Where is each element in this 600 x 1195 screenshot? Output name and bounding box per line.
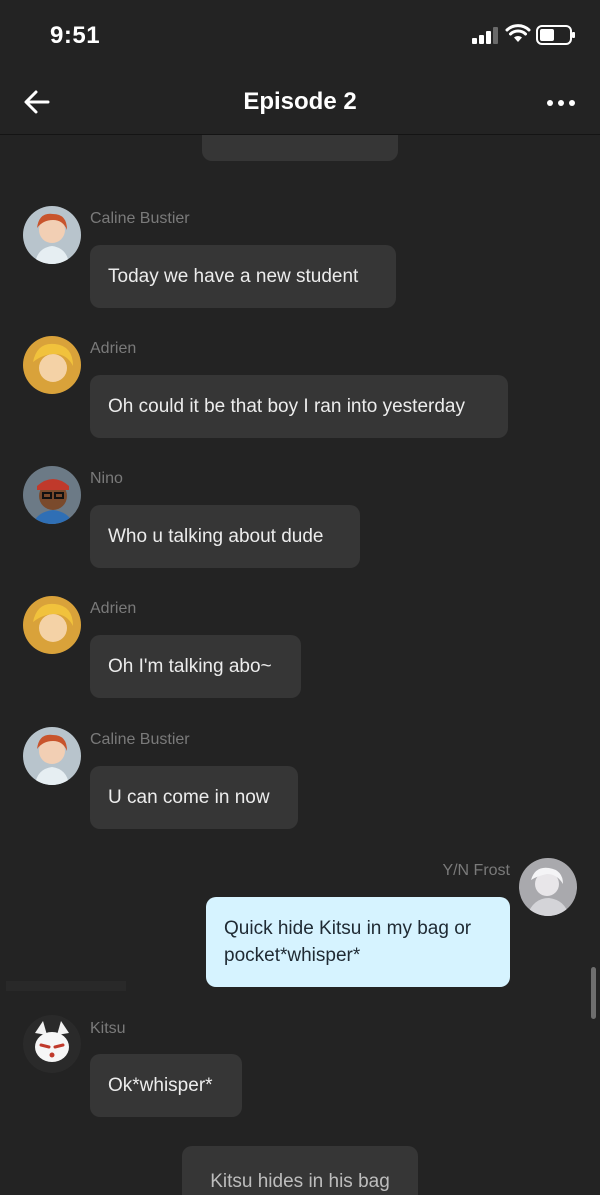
message-text: U can come in now <box>108 787 270 808</box>
message-text: Ok*whisper* <box>108 1075 213 1096</box>
avatar-caline-bustier[interactable] <box>23 206 81 264</box>
message-bubble: Oh I'm talking abo~ <box>90 635 301 698</box>
message-bubble: Who u talking about dude <box>90 505 360 568</box>
avatar-adrien[interactable] <box>23 336 81 394</box>
message-text: Oh could it be that boy I ran into yeste… <box>108 396 465 417</box>
message-bubble: Ok*whisper* <box>90 1054 242 1117</box>
message-text: Oh I'm talking abo~ <box>108 656 272 677</box>
avatar-nino[interactable] <box>23 466 81 524</box>
sender-name: Y/N Frost <box>442 862 510 879</box>
outgoing-message-bubble: Quick hide Kitsu in my bag or pocket*whi… <box>206 897 510 987</box>
status-bar: 9:51 <box>0 0 600 70</box>
wifi-icon <box>505 24 531 42</box>
narration-bubble: Kitsu hides in his bag <box>182 1146 418 1195</box>
more-options-icon[interactable] <box>545 98 577 108</box>
message-bubble: U can come in now <box>90 766 298 829</box>
sender-name: Kitsu <box>90 1020 126 1037</box>
sender-name: Adrien <box>90 600 137 617</box>
status-time: 9:51 <box>50 22 101 49</box>
episode-title: Episode 2 <box>243 88 357 115</box>
sender-name: Adrien <box>90 340 137 357</box>
avatar-caline-bustier[interactable] <box>23 727 81 785</box>
top-nav-bar: Episode 2 <box>0 70 600 135</box>
message-bubble: Today we have a new student <box>90 245 396 308</box>
message-text: Today we have a new student <box>108 266 359 287</box>
chat-thread[interactable]: Caline Bustier Today we have a new stude… <box>0 135 600 1195</box>
message-bubble: Oh could it be that boy I ran into yeste… <box>90 375 508 438</box>
sender-name: Caline Bustier <box>90 731 190 748</box>
sender-name: Caline Bustier <box>90 210 190 227</box>
message-text: Who u talking about dude <box>108 526 324 547</box>
sender-name: Nino <box>90 470 123 487</box>
watermark-smudge <box>6 981 126 991</box>
narration-text: Kitsu hides in his bag <box>210 1171 390 1192</box>
avatar-kitsu[interactable] <box>23 1015 81 1073</box>
message-bubble-cut-off <box>202 135 398 161</box>
avatar-yn-frost[interactable] <box>519 858 577 916</box>
battery-icon <box>536 25 575 45</box>
message-text: Quick hide Kitsu in my bag or pocket*whi… <box>224 918 472 966</box>
signal-icon <box>472 27 498 44</box>
scrollbar-thumb[interactable] <box>591 967 596 1019</box>
avatar-adrien[interactable] <box>23 596 81 654</box>
